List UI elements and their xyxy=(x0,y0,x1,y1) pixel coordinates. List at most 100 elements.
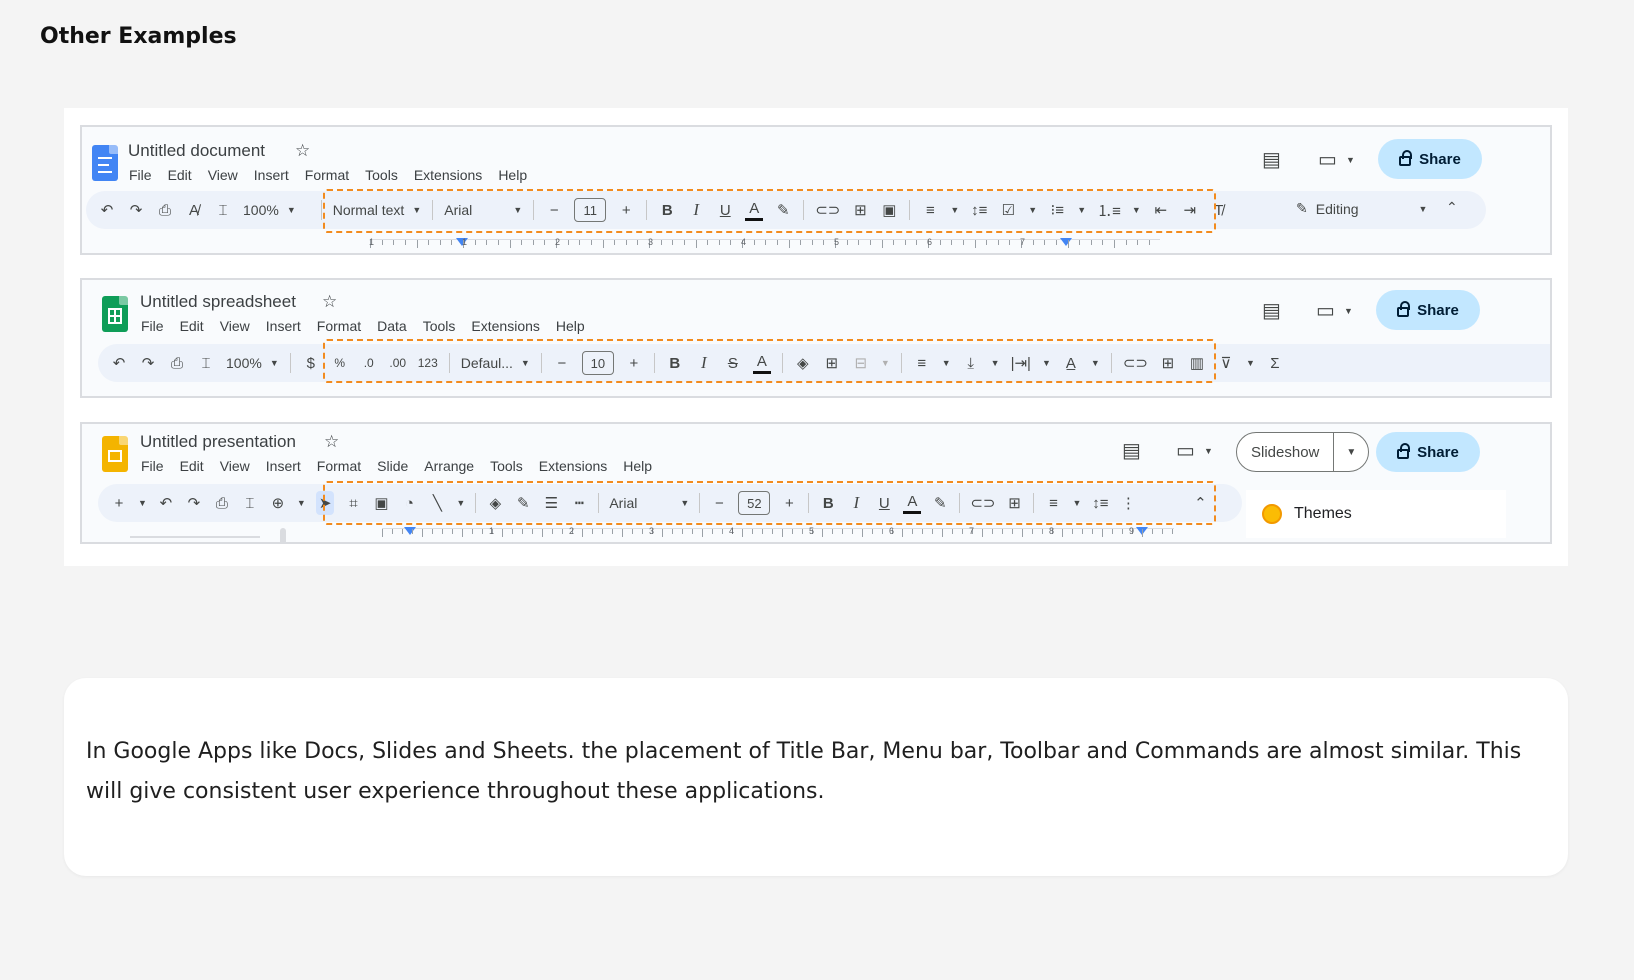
chevron-down-icon[interactable]: ▼ xyxy=(1132,205,1141,215)
docs-menu-extensions[interactable]: Extensions xyxy=(414,167,482,183)
checklist-icon[interactable]: ☑ xyxy=(999,198,1017,222)
docs-ruler[interactable]: 1 1 2 3 4 5 6 7 xyxy=(369,237,1160,253)
bold-icon[interactable]: B xyxy=(666,351,684,375)
chevron-down-icon[interactable]: ▼ xyxy=(1246,358,1255,368)
currency-format-button[interactable]: $ xyxy=(302,351,320,375)
paint-format-icon[interactable]: ⌶ xyxy=(197,351,215,375)
add-comment-icon[interactable]: ⊞ xyxy=(851,198,869,222)
slides-menu-edit[interactable]: Edit xyxy=(180,458,204,474)
bold-icon[interactable]: B xyxy=(658,198,676,222)
bulleted-list-icon[interactable]: ⁝≡ xyxy=(1048,198,1066,222)
decrease-decimal-button[interactable]: .0 xyxy=(360,351,378,375)
increase-indent-icon[interactable]: ⇥ xyxy=(1181,198,1199,222)
slides-slideshow-button[interactable]: Slideshow ▼ xyxy=(1236,432,1370,472)
more-options-icon[interactable]: ⋮ xyxy=(1119,491,1137,515)
docs-menu-insert[interactable]: Insert xyxy=(254,167,289,183)
fill-color-icon[interactable]: ◈ xyxy=(486,491,504,515)
slides-menu-arrange[interactable]: Arrange xyxy=(424,458,474,474)
border-weight-icon[interactable]: ☰ xyxy=(542,491,560,515)
horizontal-align-icon[interactable]: ≡ xyxy=(913,351,931,375)
slides-share-button[interactable]: Share xyxy=(1376,432,1480,472)
add-comment-icon[interactable]: ⊞ xyxy=(1159,351,1177,375)
docs-menu-format[interactable]: Format xyxy=(305,167,349,183)
slides-logo-icon[interactable] xyxy=(102,436,128,472)
sheets-menu-format[interactable]: Format xyxy=(317,318,361,334)
sheets-menu-file[interactable]: File xyxy=(141,318,164,334)
print-icon[interactable]: ⎙ xyxy=(168,351,186,375)
shape-icon[interactable]: ◔ xyxy=(400,491,418,515)
highlight-pen-icon[interactable]: ✎ xyxy=(931,491,949,515)
spellcheck-icon[interactable]: A̸ xyxy=(185,198,203,222)
sheets-comment-icon[interactable]: ▤ xyxy=(1262,298,1281,323)
insert-image-icon[interactable]: ▣ xyxy=(880,198,898,222)
chevron-down-icon[interactable]: ▼ xyxy=(991,358,1000,368)
redo-icon[interactable]: ↷ xyxy=(139,351,157,375)
docs-meet-icon[interactable]: ▭ xyxy=(1318,147,1337,172)
docs-menu-edit[interactable]: Edit xyxy=(168,167,192,183)
print-icon[interactable]: ⎙ xyxy=(213,491,231,515)
italic-icon[interactable]: I xyxy=(847,491,865,515)
slides-menu-extensions[interactable]: Extensions xyxy=(539,458,607,474)
numbered-list-icon[interactable]: ⒈≡ xyxy=(1097,198,1121,222)
sheets-zoom-select[interactable]: 100% ▼ xyxy=(226,355,279,371)
text-rotation-icon[interactable]: A̲ xyxy=(1062,351,1080,375)
add-comment-icon[interactable]: ⊞ xyxy=(1005,491,1023,515)
link-icon[interactable]: ⊂⊃ xyxy=(815,198,840,222)
number-format-button[interactable]: 123 xyxy=(418,351,438,375)
increase-decimal-button[interactable]: .00 xyxy=(389,351,407,375)
text-wrapping-icon[interactable]: |⇥| xyxy=(1011,351,1031,375)
sheets-menu-tools[interactable]: Tools xyxy=(423,318,456,334)
slides-menu-help[interactable]: Help xyxy=(623,458,652,474)
vertical-align-icon[interactable]: ⤓ xyxy=(962,351,980,375)
chevron-down-icon[interactable]: ▼ xyxy=(1028,205,1037,215)
docs-share-button[interactable]: Share xyxy=(1378,139,1482,179)
docs-meet-caret-icon[interactable]: ▼ xyxy=(1346,155,1355,165)
merge-cells-icon[interactable]: ⊟ xyxy=(852,351,870,375)
align-icon[interactable]: ≡ xyxy=(921,198,939,222)
right-indent-marker-icon[interactable] xyxy=(1060,238,1072,246)
increase-font-size-icon[interactable]: + xyxy=(617,198,635,222)
paint-format-icon[interactable]: ⌶ xyxy=(241,491,259,515)
redo-icon[interactable]: ↷ xyxy=(185,491,203,515)
chevron-down-icon[interactable]: ▼ xyxy=(881,358,890,368)
slides-meet-caret-icon[interactable]: ▼ xyxy=(1204,446,1213,456)
highlight-pen-icon[interactable]: ✎ xyxy=(774,198,792,222)
slides-font-size-input[interactable]: 52 xyxy=(738,491,771,515)
docs-style-select[interactable]: Normal text ▼ xyxy=(333,202,422,218)
sheets-logo-icon[interactable] xyxy=(102,296,128,332)
print-icon[interactable]: ⎙ xyxy=(156,198,174,222)
slides-star-icon[interactable]: ☆ xyxy=(324,432,339,452)
sheets-menu-view[interactable]: View xyxy=(220,318,250,334)
zoom-icon[interactable]: ⊕ xyxy=(269,491,287,515)
chevron-down-icon[interactable]: ▼ xyxy=(1042,358,1051,368)
scrollbar-handle[interactable] xyxy=(280,528,286,542)
chevron-down-icon[interactable]: ▼ xyxy=(1077,205,1086,215)
sheets-document-title[interactable]: Untitled spreadsheet xyxy=(140,292,296,312)
decrease-font-size-icon[interactable]: − xyxy=(710,491,728,515)
decrease-font-size-icon[interactable]: − xyxy=(545,198,563,222)
percent-format-button[interactable]: % xyxy=(331,351,349,375)
slides-meet-icon[interactable]: ▭ xyxy=(1176,438,1195,463)
slides-menu-format[interactable]: Format xyxy=(317,458,361,474)
underline-icon[interactable]: U xyxy=(716,198,734,222)
sheets-menu-data[interactable]: Data xyxy=(377,318,407,334)
functions-icon[interactable]: Σ xyxy=(1266,351,1284,375)
increase-font-size-icon[interactable]: + xyxy=(625,351,643,375)
chevron-down-icon[interactable]: ▼ xyxy=(456,498,465,508)
text-box-icon[interactable]: ⌗ xyxy=(344,491,362,515)
docs-menu-view[interactable]: View xyxy=(208,167,238,183)
italic-icon[interactable]: I xyxy=(687,198,705,222)
slides-font-select[interactable]: Arial ▼ xyxy=(609,495,689,511)
clear-formatting-icon[interactable]: T̸ xyxy=(1210,198,1228,222)
docs-font-size-input[interactable]: 11 xyxy=(574,198,607,222)
docs-document-title[interactable]: Untitled document xyxy=(128,141,265,161)
chevron-down-icon[interactable]: ▼ xyxy=(1091,358,1100,368)
align-icon[interactable]: ≡ xyxy=(1044,491,1062,515)
undo-icon[interactable]: ↶ xyxy=(110,351,128,375)
themes-panel-header[interactable]: Themes xyxy=(1246,490,1506,538)
sheets-menu-insert[interactable]: Insert xyxy=(266,318,301,334)
docs-star-icon[interactable]: ☆ xyxy=(295,141,310,161)
sheets-font-select[interactable]: Defaul... ▼ xyxy=(461,355,530,371)
strikethrough-icon[interactable]: S xyxy=(724,351,742,375)
decrease-indent-icon[interactable]: ⇤ xyxy=(1152,198,1170,222)
